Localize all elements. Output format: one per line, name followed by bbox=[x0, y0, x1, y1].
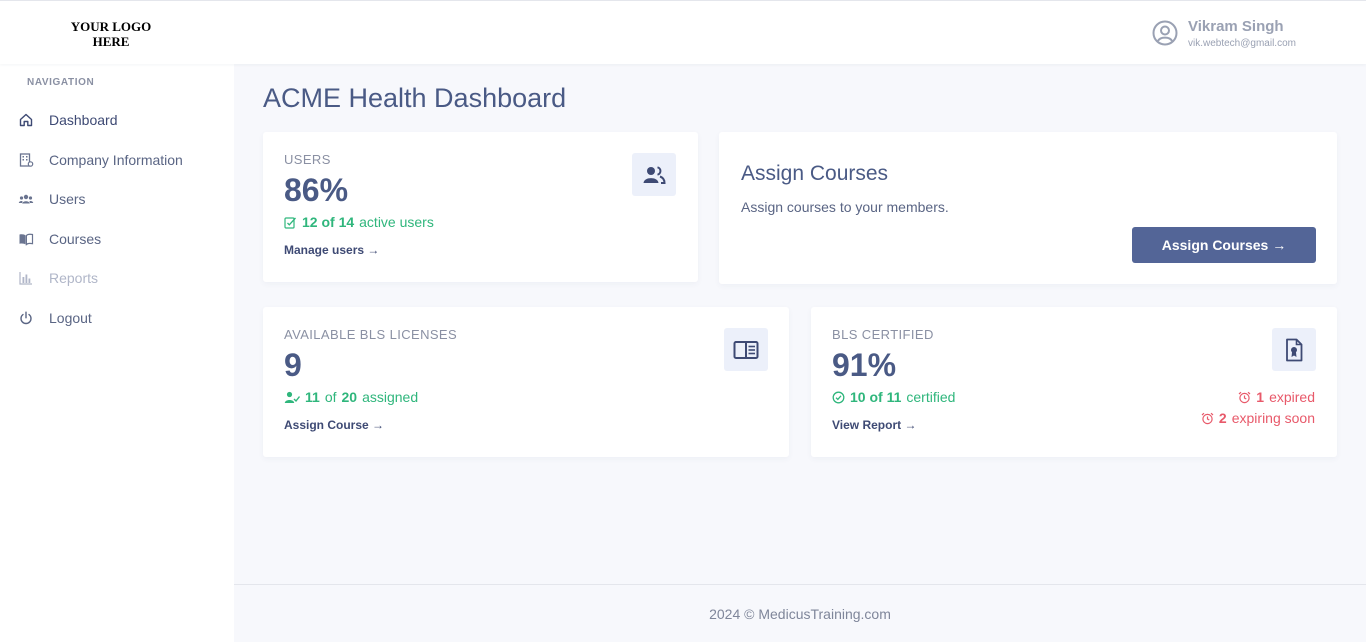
bar-chart-icon bbox=[19, 272, 32, 285]
page-title: ACME Health Dashboard bbox=[263, 83, 567, 113]
footer-copyright: 2024 © MedicusTraining.com bbox=[709, 606, 891, 622]
home-icon bbox=[19, 113, 33, 127]
expiring-summary: 2 expiring soon bbox=[1201, 410, 1315, 426]
book-reader-icon bbox=[733, 340, 759, 359]
users-icon bbox=[18, 194, 34, 204]
building-icon bbox=[19, 153, 34, 167]
user-check-icon bbox=[284, 391, 300, 403]
assign-courses-title: Assign Courses bbox=[741, 162, 889, 185]
certified-count: 10 of 11 bbox=[850, 389, 902, 405]
expired-text: expired bbox=[1269, 389, 1315, 405]
expired-summary: 1 expired bbox=[1238, 389, 1315, 405]
sidebar-item-courses[interactable]: Courses bbox=[0, 221, 234, 257]
certified-text: certified bbox=[906, 389, 956, 405]
users-icon bbox=[643, 165, 666, 184]
stat-label: USERS bbox=[284, 152, 331, 167]
expiring-text: expiring soon bbox=[1231, 410, 1315, 426]
expiring-count: 2 bbox=[1218, 410, 1227, 426]
certified-summary: 10 of 11 certified bbox=[832, 389, 955, 405]
users-card: USERS 86% 12 of 14 active users Manage u… bbox=[263, 132, 698, 282]
sidebar-item-label: Dashboard bbox=[49, 112, 118, 128]
logo[interactable]: YOUR LOGO HERE bbox=[62, 19, 160, 49]
stat-label: BLS CERTIFIED bbox=[832, 327, 934, 342]
alarm-clock-icon bbox=[1201, 412, 1214, 424]
sidebar-item-logout[interactable]: Logout bbox=[0, 300, 234, 336]
book-open-icon bbox=[19, 233, 34, 246]
active-users-text: active users bbox=[359, 214, 434, 230]
licenses-icon-box bbox=[724, 328, 768, 371]
sidebar-item-dashboard[interactable]: Dashboard bbox=[0, 102, 234, 138]
top-bar: YOUR LOGO HERE Vikram Singh vik.webtech@g… bbox=[0, 0, 1366, 64]
users-percentage: 86% bbox=[284, 172, 349, 208]
licenses-of-text: of bbox=[324, 389, 337, 405]
bls-licenses-card: AVAILABLE BLS LICENSES 9 11 of 20 assign… bbox=[263, 307, 789, 457]
footer: 2024 © MedicusTraining.com bbox=[234, 584, 1366, 642]
checklist-icon bbox=[284, 216, 296, 229]
licenses-assigned-text: assigned bbox=[362, 389, 419, 405]
power-icon bbox=[20, 311, 32, 325]
users-icon-box bbox=[632, 153, 676, 196]
certified-percentage: 91% bbox=[832, 347, 897, 383]
manage-users-link[interactable]: Manage users → bbox=[284, 243, 379, 257]
licenses-assigned-summary: 11 of 20 assigned bbox=[284, 389, 418, 405]
available-licenses-count: 9 bbox=[284, 347, 302, 383]
view-report-link[interactable]: View Report → bbox=[832, 418, 916, 432]
sidebar: NAVIGATION Dashboard Company Information… bbox=[0, 64, 234, 642]
assign-course-link[interactable]: Assign Course → bbox=[284, 418, 384, 432]
sidebar-item-reports[interactable]: Reports bbox=[0, 260, 234, 296]
stat-label: AVAILABLE BLS LICENSES bbox=[284, 327, 458, 342]
licenses-total-count: 20 bbox=[341, 389, 358, 405]
expired-count: 1 bbox=[1256, 389, 1265, 405]
user-circle-icon bbox=[1152, 20, 1178, 46]
sidebar-item-label: Courses bbox=[49, 231, 102, 247]
assign-courses-button[interactable]: Assign Courses → bbox=[1132, 227, 1316, 263]
user-name: Vikram Singh bbox=[1188, 18, 1284, 35]
assign-courses-description: Assign courses to your members. bbox=[741, 199, 949, 215]
nav-heading: NAVIGATION bbox=[27, 77, 95, 88]
sidebar-item-label: Reports bbox=[49, 270, 99, 286]
active-users-count: 12 of 14 bbox=[302, 214, 355, 230]
sidebar-item-label: Users bbox=[49, 191, 86, 207]
sidebar-item-label: Logout bbox=[49, 310, 92, 326]
active-users-summary: 12 of 14 active users bbox=[284, 214, 434, 230]
assign-courses-card: Assign Courses Assign courses to your me… bbox=[719, 132, 1337, 284]
sidebar-item-label: Company Information bbox=[49, 152, 183, 168]
certificate-file-icon bbox=[1286, 338, 1303, 361]
certified-icon-box bbox=[1272, 328, 1316, 371]
sidebar-item-users[interactable]: Users bbox=[0, 181, 234, 217]
licenses-assigned-count: 11 bbox=[305, 389, 320, 405]
bls-certified-card: BLS CERTIFIED 91% 10 of 11 certified Vie… bbox=[811, 307, 1337, 457]
alarm-clock-icon bbox=[1238, 391, 1251, 403]
sidebar-item-company-information[interactable]: Company Information bbox=[0, 142, 234, 178]
user-email: vik.webtech@gmail.com bbox=[1188, 38, 1296, 49]
check-circle-icon bbox=[832, 391, 845, 403]
